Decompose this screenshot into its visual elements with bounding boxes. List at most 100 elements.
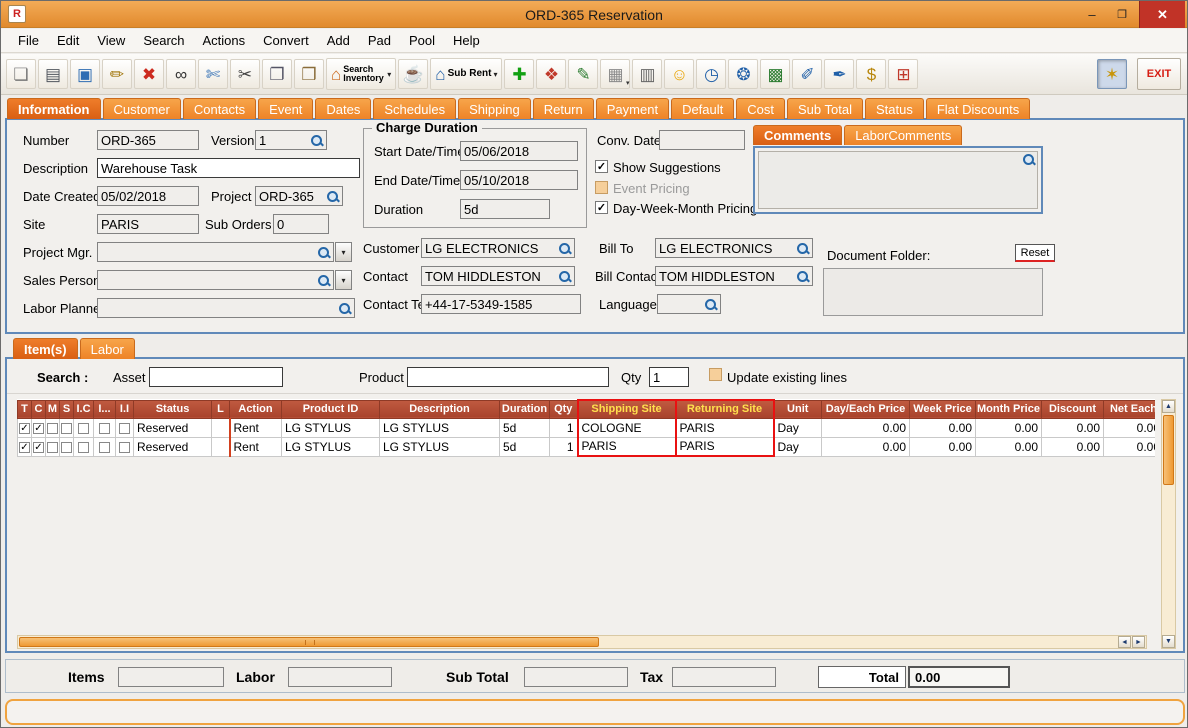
scroll-up-button[interactable]: ▲	[1162, 400, 1175, 413]
col-header-idots[interactable]: I...	[93, 399, 116, 419]
tab-schedules[interactable]: Schedules	[373, 98, 457, 119]
row-checkbox[interactable]	[47, 441, 58, 453]
tab-subtotal[interactable]: Sub Total	[787, 98, 863, 119]
sub-orders-field[interactable]: 0	[273, 214, 329, 234]
save-button[interactable]: ▣	[70, 59, 100, 89]
cell-net-each[interactable]: 0.00	[1103, 417, 1155, 438]
cell-week-price[interactable]: 0.00	[909, 436, 976, 457]
project-mgr-field[interactable]	[97, 242, 334, 262]
labor-planner-lookup-icon[interactable]	[338, 302, 351, 315]
comments-lookup-icon[interactable]	[1022, 153, 1035, 166]
cell-qty[interactable]: 1	[549, 436, 578, 457]
col-header-duration[interactable]: Duration	[499, 399, 550, 419]
sales-person-field[interactable]	[97, 270, 334, 290]
row-checkbox[interactable]	[61, 422, 72, 434]
col-header-description[interactable]: Description	[379, 399, 500, 419]
labor-planner-field[interactable]	[97, 298, 355, 318]
bill-contact-lookup-icon[interactable]	[796, 270, 809, 283]
cell-unit[interactable]: Day	[773, 436, 822, 457]
cut-document-button[interactable]: ✄	[198, 59, 228, 89]
tab-contacts[interactable]: Contacts	[182, 98, 257, 119]
new-document-button[interactable]: ❏	[6, 59, 36, 89]
menu-actions[interactable]: Actions	[194, 29, 255, 52]
row-checkbox[interactable]	[78, 422, 89, 434]
delete-button[interactable]: ✖	[134, 59, 164, 89]
conv-date-field[interactable]	[659, 130, 745, 150]
col-header-ic[interactable]: I.C	[73, 399, 94, 419]
key-button[interactable]: ✒	[824, 59, 855, 89]
cell-week-price[interactable]: 0.00	[909, 417, 976, 438]
menu-pool[interactable]: Pool	[400, 29, 444, 52]
menu-view[interactable]: View	[88, 29, 134, 52]
col-header-l[interactable]: L	[211, 399, 230, 419]
crew-button[interactable]: ❖	[536, 59, 567, 89]
cell-month-price[interactable]: 0.00	[975, 436, 1042, 457]
bill-to-lookup-icon[interactable]	[796, 242, 809, 255]
customer-smiley-button[interactable]: ☺	[664, 59, 695, 89]
cell-qty[interactable]: 1	[549, 417, 578, 438]
time-button[interactable]: ◷	[696, 59, 727, 89]
print-labels-button[interactable]: ▥	[632, 59, 663, 89]
cell-discount[interactable]: 0.00	[1041, 436, 1104, 457]
col-header-shipping-site[interactable]: Shipping Site	[576, 399, 677, 419]
edit-note-button[interactable]: ✎	[568, 59, 599, 89]
row-checkbox[interactable]	[99, 422, 110, 434]
row-checkbox[interactable]	[19, 422, 30, 434]
cell-shipping-site[interactable]: COLOGNE	[576, 417, 677, 438]
menu-convert[interactable]: Convert	[254, 29, 318, 52]
cell-day-each-price[interactable]: 0.00	[821, 436, 910, 457]
archive-button[interactable]: ▦ ▾	[600, 59, 631, 89]
row-checkbox[interactable]	[78, 441, 89, 453]
add-line-button[interactable]: ✚	[504, 59, 535, 89]
tab-status[interactable]: Status	[864, 98, 924, 119]
cell-unit[interactable]: Day	[773, 417, 822, 438]
col-header-net-each[interactable]: Net Each	[1103, 399, 1155, 419]
vertical-scrollbar[interactable]: ▲ ▼	[1161, 399, 1176, 649]
cell-returning-site[interactable]: PARIS	[674, 417, 775, 438]
cell-description[interactable]: LG STYLUS	[379, 436, 500, 457]
horizontal-scroll-thumb[interactable]	[19, 637, 599, 647]
notes-button[interactable]: ✐	[792, 59, 823, 89]
cell-description[interactable]: LG STYLUS	[379, 417, 500, 438]
table-row[interactable]: Reserved Rent LG STYLUS LG STYLUS 5d 1 P…	[17, 436, 1155, 457]
scroll-left-button[interactable]: ◄	[1118, 636, 1131, 648]
vertical-scroll-thumb[interactable]	[1163, 415, 1174, 485]
show-suggestions-checkbox[interactable]	[595, 160, 608, 173]
row-checkbox[interactable]	[19, 441, 30, 453]
copy-button[interactable]: ❐	[262, 59, 292, 89]
horizontal-scrollbar[interactable]: ◄ ►	[17, 635, 1147, 649]
cell-net-each[interactable]: 0.00	[1103, 436, 1155, 457]
menu-add[interactable]: Add	[318, 29, 359, 52]
version-field[interactable]: 1	[255, 130, 327, 150]
col-header-month-price[interactable]: Month Price	[975, 399, 1042, 419]
asset-search-input[interactable]	[149, 367, 283, 387]
contact-lookup-icon[interactable]	[558, 270, 571, 283]
event-pricing-checkbox[interactable]	[595, 181, 608, 194]
table-row[interactable]: Reserved Rent LG STYLUS LG STYLUS 5d 1 C…	[17, 417, 1155, 438]
cut-button[interactable]: ✂	[230, 59, 260, 89]
description-field[interactable]: Warehouse Task	[97, 158, 360, 178]
tab-shipping[interactable]: Shipping	[458, 98, 531, 119]
bill-contact-field[interactable]: TOM HIDDLESTON	[655, 266, 813, 286]
cell-status[interactable]: Reserved	[133, 436, 212, 457]
mug-button[interactable]: ☕	[398, 59, 429, 89]
tab-customer[interactable]: Customer	[102, 98, 181, 119]
tab-labor[interactable]: Labor	[79, 338, 135, 359]
maximize-button[interactable]: ❐	[1107, 1, 1137, 28]
cell-day-each-price[interactable]: 0.00	[821, 417, 910, 438]
magic-wand-button[interactable]: ✶	[1097, 59, 1127, 89]
site-field[interactable]: PARIS	[97, 214, 199, 234]
project-mgr-lookup-icon[interactable]	[317, 246, 330, 259]
col-header-unit[interactable]: Unit	[773, 399, 822, 419]
col-header-week-price[interactable]: Week Price	[909, 399, 976, 419]
cell-product-id[interactable]: LG STYLUS	[281, 417, 380, 438]
reset-button[interactable]: Reset	[1015, 244, 1055, 262]
project-mgr-dropdown-button[interactable]: ▾	[335, 242, 352, 262]
tab-cost[interactable]: Cost	[736, 98, 785, 119]
close-button[interactable]: ✕	[1139, 1, 1185, 28]
tab-return[interactable]: Return	[532, 98, 594, 119]
day-week-month-checkbox[interactable]	[595, 201, 608, 214]
cell-duration[interactable]: 5d	[499, 417, 550, 438]
project-field[interactable]: ORD-365	[255, 186, 343, 206]
contact-field[interactable]: TOM HIDDLESTON	[421, 266, 575, 286]
